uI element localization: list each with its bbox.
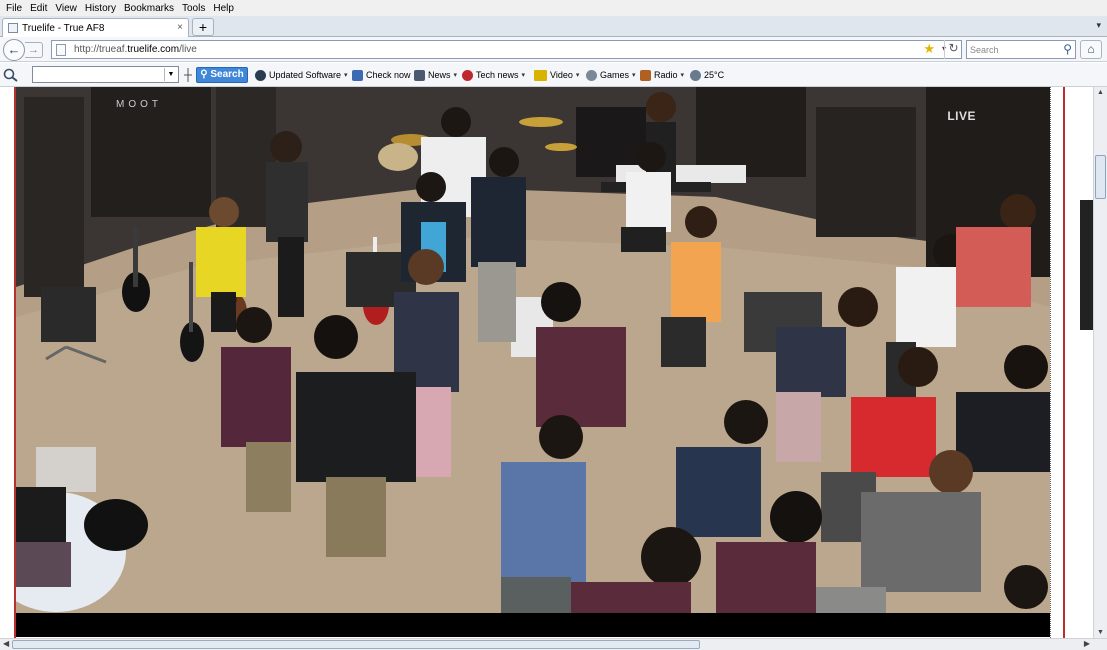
- games-icon: [586, 69, 597, 81]
- scroll-up-icon[interactable]: ▲: [1097, 89, 1104, 96]
- toolbar-search-button[interactable]: ⚲ Search: [196, 67, 248, 83]
- live-badge: LIVE: [947, 109, 976, 123]
- horizontal-scrollbar[interactable]: ◀ ▶: [0, 638, 1107, 650]
- page-divider: [1050, 87, 1051, 638]
- reload-button[interactable]: ↻: [944, 40, 962, 59]
- tab-list-chevron-icon[interactable]: ▾: [1096, 20, 1101, 31]
- menu-edit[interactable]: Edit: [26, 3, 51, 14]
- tech-news-label: Tech news: [476, 70, 519, 80]
- news-icon: [414, 69, 425, 81]
- check-now-label: Check now: [366, 70, 411, 80]
- toolbar-search-label: Search: [210, 69, 244, 80]
- video-icon: [534, 69, 547, 81]
- news-label: News: [428, 70, 451, 80]
- back-button[interactable]: ←: [3, 39, 25, 61]
- side-banner: [1080, 200, 1093, 330]
- news-button[interactable]: News ▾: [414, 67, 457, 83]
- home-button[interactable]: ⌂: [1080, 40, 1102, 59]
- studio-sign: MOOT: [116, 99, 162, 110]
- tab-bar: Truelife - True AF8 × + ▾: [0, 16, 1107, 37]
- vertical-scroll-thumb[interactable]: [1095, 155, 1106, 199]
- chevron-down-icon: ▾: [453, 72, 458, 79]
- tech-news-icon: [462, 69, 473, 81]
- gear-icon: [255, 69, 266, 81]
- menu-view[interactable]: View: [51, 3, 81, 14]
- games-label: Games: [600, 70, 630, 80]
- page-content: MOOT LIVE: [0, 87, 1107, 638]
- video-button[interactable]: Video ▾: [534, 67, 579, 83]
- page-border-right: [1063, 87, 1065, 638]
- url-prefix: http://trueaf.: [74, 44, 128, 55]
- menu-history[interactable]: History: [81, 3, 120, 14]
- scroll-right-icon[interactable]: ▶: [1084, 639, 1090, 648]
- new-tab-button[interactable]: +: [192, 18, 214, 36]
- menu-file[interactable]: File: [2, 3, 26, 14]
- update-check-icon: [352, 69, 363, 81]
- scroll-left-icon[interactable]: ◀: [3, 639, 9, 648]
- search-placeholder: Search: [970, 44, 999, 55]
- tab-title: Truelife - True AF8: [22, 22, 105, 34]
- navigation-bar: ← → http://trueaf. truelife.com/live ★ ▾ …: [0, 37, 1107, 62]
- bookmark-star-icon[interactable]: ★: [923, 41, 935, 57]
- weather-button[interactable]: 25°C: [690, 67, 724, 83]
- toolbar-resize-handle-icon[interactable]: [184, 68, 192, 82]
- scroll-down-icon[interactable]: ▼: [1097, 629, 1104, 636]
- page-icon: [56, 43, 66, 56]
- toolbar-search-input[interactable]: ▼: [32, 66, 179, 83]
- weather-icon: [690, 69, 701, 81]
- video-label: Video: [550, 70, 573, 80]
- check-now-button[interactable]: Check now: [352, 67, 411, 83]
- games-button[interactable]: Games ▾: [586, 67, 636, 83]
- chevron-down-icon: ▾: [680, 72, 685, 79]
- url-bar[interactable]: http://trueaf. truelife.com/live ★ ▾: [51, 40, 962, 59]
- chevron-down-icon: ▾: [632, 72, 636, 79]
- video-control-bar[interactable]: [16, 613, 1050, 637]
- weather-label: 25°C: [704, 70, 725, 80]
- vertical-scrollbar[interactable]: ▲ ▼: [1093, 87, 1107, 638]
- tab-truelife[interactable]: Truelife - True AF8 ×: [2, 18, 189, 37]
- addon-toolbar: ▼ ⚲ Search Updated Software ▾ Check now …: [0, 63, 1107, 87]
- menu-bookmarks[interactable]: Bookmarks: [120, 3, 178, 14]
- video-frame-image: [16, 87, 1050, 613]
- horizontal-scroll-thumb[interactable]: [12, 640, 700, 649]
- radio-label: Radio: [654, 70, 678, 80]
- radio-icon: [640, 69, 651, 81]
- menu-help[interactable]: Help: [209, 3, 238, 14]
- search-input[interactable]: Search ⚲: [966, 40, 1076, 59]
- menu-bar: File Edit View History Bookmarks Tools H…: [0, 0, 1107, 16]
- tech-news-button[interactable]: Tech news ▾: [462, 67, 525, 83]
- url-suffix: /live: [179, 44, 197, 55]
- toolbar-search-chevron-icon[interactable]: ▼: [164, 68, 177, 81]
- radio-button[interactable]: Radio ▾: [640, 67, 684, 83]
- url-domain: truelife.com: [127, 44, 180, 55]
- chevron-down-icon: ▾: [344, 72, 348, 79]
- updated-software-button[interactable]: Updated Software ▾: [255, 67, 348, 83]
- forward-button[interactable]: →: [25, 42, 43, 58]
- tab-close-icon[interactable]: ×: [177, 22, 183, 33]
- menu-tools[interactable]: Tools: [178, 3, 209, 14]
- chevron-down-icon: ▾: [575, 72, 580, 79]
- search-magnifier-icon[interactable]: ⚲: [1063, 42, 1072, 56]
- updated-software-label: Updated Software: [269, 70, 342, 80]
- live-video-player[interactable]: MOOT LIVE: [16, 87, 1050, 613]
- search-toolbar-magnifier-icon[interactable]: [3, 68, 21, 82]
- chevron-down-icon: ▾: [521, 72, 526, 79]
- page-favicon-icon: [8, 23, 18, 33]
